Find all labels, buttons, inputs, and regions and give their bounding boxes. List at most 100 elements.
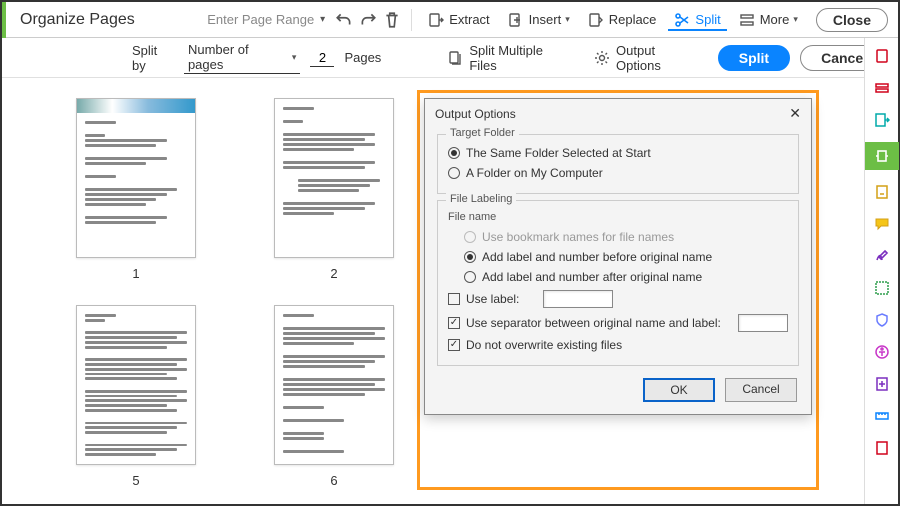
radio-label: Add label and number after original name bbox=[482, 270, 702, 284]
page-title: Organize Pages bbox=[20, 11, 135, 29]
bookmark-names-radio[interactable]: Use bookmark names for file names bbox=[464, 227, 788, 247]
tool-measure-icon[interactable] bbox=[872, 406, 892, 426]
radio-icon bbox=[448, 167, 460, 179]
ok-button[interactable]: OK bbox=[643, 378, 715, 402]
trash-icon[interactable] bbox=[383, 11, 401, 29]
page-number: 6 bbox=[330, 473, 337, 488]
replace-button[interactable]: Replace bbox=[582, 9, 663, 31]
split-multiple-button[interactable]: Split Multiple Files bbox=[441, 40, 578, 76]
tool-edit-pdf-icon[interactable] bbox=[872, 110, 892, 130]
insert-icon bbox=[508, 12, 524, 28]
checkbox-icon bbox=[448, 293, 460, 305]
more-icon bbox=[739, 12, 755, 28]
tool-fill-sign-icon[interactable] bbox=[872, 182, 892, 202]
undo-icon[interactable] bbox=[335, 11, 353, 29]
label-input[interactable] bbox=[543, 290, 613, 308]
page-preview bbox=[274, 98, 394, 258]
separator bbox=[411, 9, 412, 31]
extract-icon bbox=[428, 12, 444, 28]
thumbnail[interactable]: 6 bbox=[260, 305, 408, 488]
page-number: 2 bbox=[330, 266, 337, 281]
page-preview bbox=[76, 305, 196, 465]
split-label: Split bbox=[695, 12, 720, 27]
tool-last-icon[interactable] bbox=[872, 438, 892, 458]
checkbox-label: Use separator between original name and … bbox=[466, 316, 721, 330]
split-button[interactable]: Split bbox=[668, 9, 726, 31]
pages-count-input[interactable] bbox=[310, 49, 334, 67]
close-icon[interactable]: ✕ bbox=[789, 105, 801, 122]
dialog-title-text: Output Options bbox=[435, 107, 516, 121]
checkbox-icon bbox=[448, 317, 460, 329]
group-title: Target Folder bbox=[446, 127, 519, 139]
dialog-buttons: OK Cancel bbox=[437, 372, 799, 404]
chevron-down-icon: ▾ bbox=[292, 52, 297, 63]
insert-button[interactable]: Insert ▾ bbox=[502, 9, 576, 31]
split-icon bbox=[674, 12, 690, 28]
use-separator-checkbox[interactable]: Use separator between original name and … bbox=[448, 311, 788, 335]
chevron-down-icon: ▾ bbox=[793, 14, 798, 25]
split-multiple-label: Split Multiple Files bbox=[469, 43, 572, 73]
group-title: File Labeling bbox=[446, 193, 516, 205]
page-number: 1 bbox=[132, 266, 139, 281]
checkbox-label: Use label: bbox=[466, 292, 519, 306]
close-label: Close bbox=[833, 12, 871, 28]
title-text: Organize Pages bbox=[20, 11, 135, 29]
workspace: 1 2 5 bbox=[2, 78, 864, 504]
target-folder-group: Target Folder The Same Folder Selected a… bbox=[437, 134, 799, 194]
separator-input[interactable] bbox=[738, 314, 788, 332]
thumbnail[interactable]: 5 bbox=[62, 305, 210, 488]
split-mode-select[interactable]: Number of pages ▾ bbox=[184, 41, 300, 74]
split-by-label: Split by bbox=[132, 43, 174, 73]
radio-label: The Same Folder Selected at Start bbox=[466, 146, 651, 160]
tool-more-icon[interactable] bbox=[872, 374, 892, 394]
tool-protect-icon[interactable] bbox=[872, 310, 892, 330]
page-range-dropdown[interactable]: Enter Page Range ▾ bbox=[203, 10, 329, 30]
use-label-checkbox[interactable]: Use label: bbox=[448, 287, 788, 311]
file-name-title: File name bbox=[448, 211, 788, 223]
page-preview bbox=[76, 98, 196, 258]
extract-button[interactable]: Extract bbox=[422, 9, 495, 31]
output-options-label: Output Options bbox=[616, 43, 702, 73]
redo-icon[interactable] bbox=[359, 11, 377, 29]
tool-comment-icon[interactable] bbox=[872, 214, 892, 234]
extract-label: Extract bbox=[449, 12, 489, 27]
target-same-radio[interactable]: The Same Folder Selected at Start bbox=[448, 143, 788, 163]
radio-icon bbox=[464, 251, 476, 263]
right-tool-panel bbox=[864, 38, 898, 504]
label-before-radio[interactable]: Add label and number before original nam… bbox=[464, 247, 788, 267]
gear-icon bbox=[594, 50, 610, 66]
tool-export-pdf-icon[interactable] bbox=[872, 46, 892, 66]
radio-icon bbox=[464, 231, 476, 243]
no-overwrite-checkbox[interactable]: Do not overwrite existing files bbox=[448, 335, 788, 355]
insert-label: Insert bbox=[529, 12, 562, 27]
file-labeling-group: File Labeling File name Use bookmark nam… bbox=[437, 200, 799, 366]
tool-create-pdf-icon[interactable] bbox=[872, 78, 892, 98]
top-toolbar: Organize Pages Enter Page Range ▾ Extrac… bbox=[2, 2, 898, 38]
target-computer-radio[interactable]: A Folder on My Computer bbox=[448, 163, 788, 183]
tool-sign-icon[interactable] bbox=[872, 246, 892, 266]
replace-label: Replace bbox=[609, 12, 657, 27]
output-options-button[interactable]: Output Options bbox=[588, 40, 708, 76]
checkbox-label: Do not overwrite existing files bbox=[466, 338, 622, 352]
radio-icon bbox=[448, 147, 460, 159]
output-options-dialog: Output Options ✕ Target Folder The Same … bbox=[424, 98, 812, 415]
split-action-button[interactable]: Split bbox=[718, 45, 790, 71]
tool-organize-pages-icon[interactable] bbox=[865, 142, 899, 170]
thumbnail[interactable]: 1 bbox=[62, 98, 210, 281]
split-mode-value: Number of pages bbox=[188, 42, 286, 72]
split-options-bar: Split by Number of pages ▾ Pages Split M… bbox=[2, 38, 898, 78]
chevron-down-icon: ▾ bbox=[565, 14, 570, 25]
more-label: More bbox=[760, 12, 790, 27]
label-after-radio[interactable]: Add label and number after original name bbox=[464, 267, 788, 287]
tool-accessibility-icon[interactable] bbox=[872, 342, 892, 362]
checkbox-icon bbox=[448, 339, 460, 351]
thumbnail[interactable]: 2 bbox=[260, 98, 408, 281]
tool-stamp-icon[interactable] bbox=[872, 278, 892, 298]
radio-label: Add label and number before original nam… bbox=[482, 250, 712, 264]
radio-icon bbox=[464, 271, 476, 283]
cancel-button[interactable]: Cancel bbox=[725, 378, 797, 402]
radio-label: A Folder on My Computer bbox=[466, 166, 603, 180]
chevron-down-icon: ▾ bbox=[320, 14, 325, 25]
close-button[interactable]: Close bbox=[816, 8, 888, 32]
more-button[interactable]: More ▾ bbox=[733, 9, 804, 31]
